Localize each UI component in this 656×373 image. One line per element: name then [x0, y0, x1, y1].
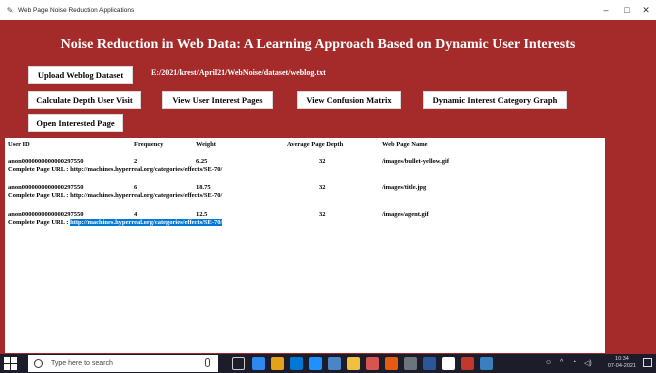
row-frequency: 2 — [134, 158, 138, 165]
people-icon[interactable]: ☺ — [545, 359, 552, 366]
row-page-name: /images/bullet-yellow.gif — [382, 158, 449, 165]
header-weight: Weight — [196, 141, 216, 148]
row-weight: 6.25 — [196, 158, 208, 165]
row-url-line: Complete Page URL : http://machines.hype… — [8, 219, 223, 226]
taskbar-search[interactable]: Type here to search — [28, 355, 218, 372]
clock-date: 07-04-2021 — [607, 363, 636, 369]
network-icon[interactable]: ◔ — [572, 359, 576, 366]
calculate-depth-button[interactable]: Calculate Depth User Visit — [28, 91, 141, 109]
edge-browser-icon[interactable] — [252, 357, 265, 370]
header-user-id: User ID — [8, 141, 30, 148]
row-weight: 18.75 — [196, 184, 211, 191]
url-prefix: Complete Page URL : — [8, 166, 71, 173]
taskbar: Type here to search ☺ ^ ◔ ◁) 10:34 07-04… — [0, 354, 656, 373]
view-confusion-matrix-button[interactable]: View Confusion Matrix — [297, 91, 401, 109]
category-graph-button[interactable]: Dynamic Interest Category Graph — [423, 91, 567, 109]
url-prefix: Complete Page URL : — [8, 219, 71, 226]
chrome-icon[interactable] — [385, 357, 398, 370]
microphone-icon[interactable] — [205, 358, 210, 367]
folder-icon[interactable] — [347, 357, 360, 370]
url-prefix: Complete Page URL : — [8, 192, 71, 199]
minimize-button[interactable]: – — [596, 3, 616, 17]
row-page-name: /images/agent.gif — [382, 211, 429, 218]
window-titlebar: ✎ Web Page Noise Reduction Applications … — [0, 0, 656, 20]
ie-browser-icon[interactable] — [309, 357, 322, 370]
row-url-selected[interactable]: http://machines.hyperreal.org/categories… — [70, 219, 223, 226]
terminal-icon[interactable] — [404, 357, 417, 370]
row-url-line: Complete Page URL : http://machines.hype… — [8, 192, 222, 199]
app-icon[interactable] — [328, 357, 341, 370]
task-view-icon[interactable] — [232, 357, 245, 370]
upload-dataset-button[interactable]: Upload Weblog Dataset — [28, 66, 133, 84]
row-frequency: 6 — [134, 184, 138, 191]
row-avg-depth: 32 — [319, 184, 326, 191]
windows-start-icon[interactable] — [4, 357, 18, 370]
clock[interactable]: 10:34 07-04-2021 — [608, 356, 636, 370]
row-user-id: anon0000000000000297550 — [8, 211, 84, 218]
header-frequency: Frequency — [134, 141, 164, 148]
row-url-line: Complete Page URL : http://machines.hype… — [8, 166, 222, 173]
close-button[interactable]: ✕ — [636, 3, 656, 17]
notification-icon[interactable] — [643, 358, 652, 367]
python-idle-icon[interactable] — [480, 357, 493, 370]
dataset-path-label: E:/2021/krest/April21/WebNoise/dataset/w… — [151, 68, 326, 77]
media-icon[interactable] — [461, 357, 474, 370]
window-title: Web Page Noise Reduction Applications — [18, 6, 135, 14]
feather-icon: ✎ — [6, 5, 14, 15]
row-avg-depth: 32 — [319, 211, 326, 218]
store-icon[interactable] — [290, 357, 303, 370]
volume-icon[interactable]: ◁) — [584, 359, 592, 367]
row-url: http://machines.hyperreal.org/categories… — [70, 192, 223, 199]
row-frequency: 4 — [134, 211, 138, 218]
row-weight: 12.5 — [196, 211, 208, 218]
paint-icon[interactable] — [442, 357, 455, 370]
row-avg-depth: 32 — [319, 158, 326, 165]
output-textarea[interactable]: User ID Frequency Weight Average Page De… — [5, 138, 605, 353]
python-app-icon[interactable] — [366, 357, 379, 370]
header-page-name: Web Page Name — [382, 141, 428, 148]
maximize-button[interactable]: □ — [617, 3, 637, 17]
chevron-up-icon[interactable]: ^ — [560, 359, 563, 366]
clock-time: 10:34 — [615, 356, 629, 362]
table-header: User ID Frequency Weight Average Page De… — [5, 141, 605, 151]
file-explorer-icon[interactable] — [271, 357, 284, 370]
row-user-id: anon0000000000000297550 — [8, 158, 84, 165]
search-placeholder: Type here to search — [51, 360, 113, 367]
row-user-id: anon0000000000000297550 — [8, 184, 84, 191]
word-icon[interactable] — [423, 357, 436, 370]
header-avg-depth: Average Page Depth — [287, 141, 344, 148]
open-interested-page-button[interactable]: Open Interested Page — [28, 114, 123, 132]
page-heading: Noise Reduction in Web Data: A Learning … — [60, 37, 576, 52]
search-icon — [33, 358, 45, 370]
row-url: http://machines.hyperreal.org/categories… — [70, 166, 223, 173]
row-page-name: /images/title.jpg — [382, 184, 427, 191]
view-interest-pages-button[interactable]: View User Interest Pages — [162, 91, 273, 109]
